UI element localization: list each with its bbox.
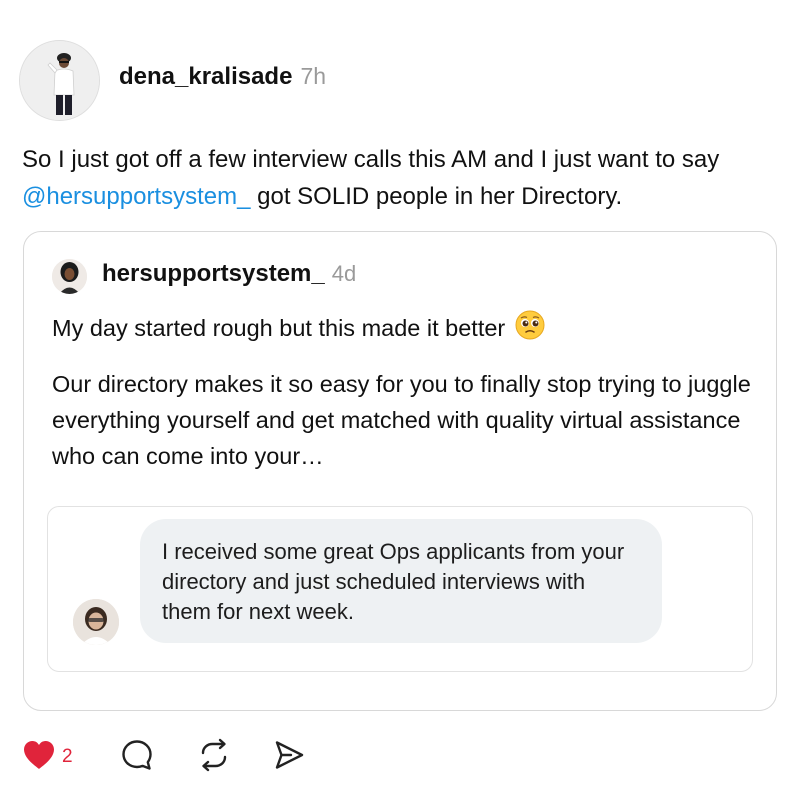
quoted-post-line1: My day started rough but this made it be… [52,314,506,341]
embedded-message-card[interactable]: I received some great Ops applicants fro… [47,506,753,672]
author-avatar[interactable] [19,40,100,121]
quoted-post-header: hersupportsystem_ 4d [102,260,356,294]
comment-icon [120,738,154,777]
share-button[interactable] [272,735,312,779]
quoted-author-avatar[interactable] [52,259,87,294]
message-sender-avatar [73,599,119,645]
quoted-post-card[interactable]: hersupportsystem_ 4d My day started roug… [23,231,777,711]
pleading-face-icon [515,310,545,346]
action-bar: 2 [22,735,312,779]
send-icon [272,738,306,777]
like-count: 2 [62,746,73,767]
post-text-before: So I just got off a few interview calls … [22,146,720,173]
heart-icon [22,739,56,776]
post-text-after: got SOLID people in her Directory. [250,183,623,210]
quoted-post-headline: My day started rough but this made it be… [52,310,545,346]
comment-button[interactable] [120,735,197,779]
repost-icon [197,738,231,777]
post-timestamp: 7h [300,63,327,89]
author-username[interactable]: dena_kralisade [119,63,292,91]
post-text: So I just got off a few interview calls … [22,141,782,215]
post-header: dena_kralisade 7h [119,63,326,97]
quoted-post-timestamp: 4d [331,261,357,286]
quoted-post-body: Our directory makes it so easy for you t… [52,371,751,469]
quoted-author-username[interactable]: hersupportsystem_ [102,260,325,288]
like-button[interactable]: 2 [22,735,120,779]
mention-link[interactable]: @hersupportsystem_ [22,183,250,210]
repost-button[interactable] [197,735,272,779]
message-bubble: I received some great Ops applicants fro… [140,519,662,643]
